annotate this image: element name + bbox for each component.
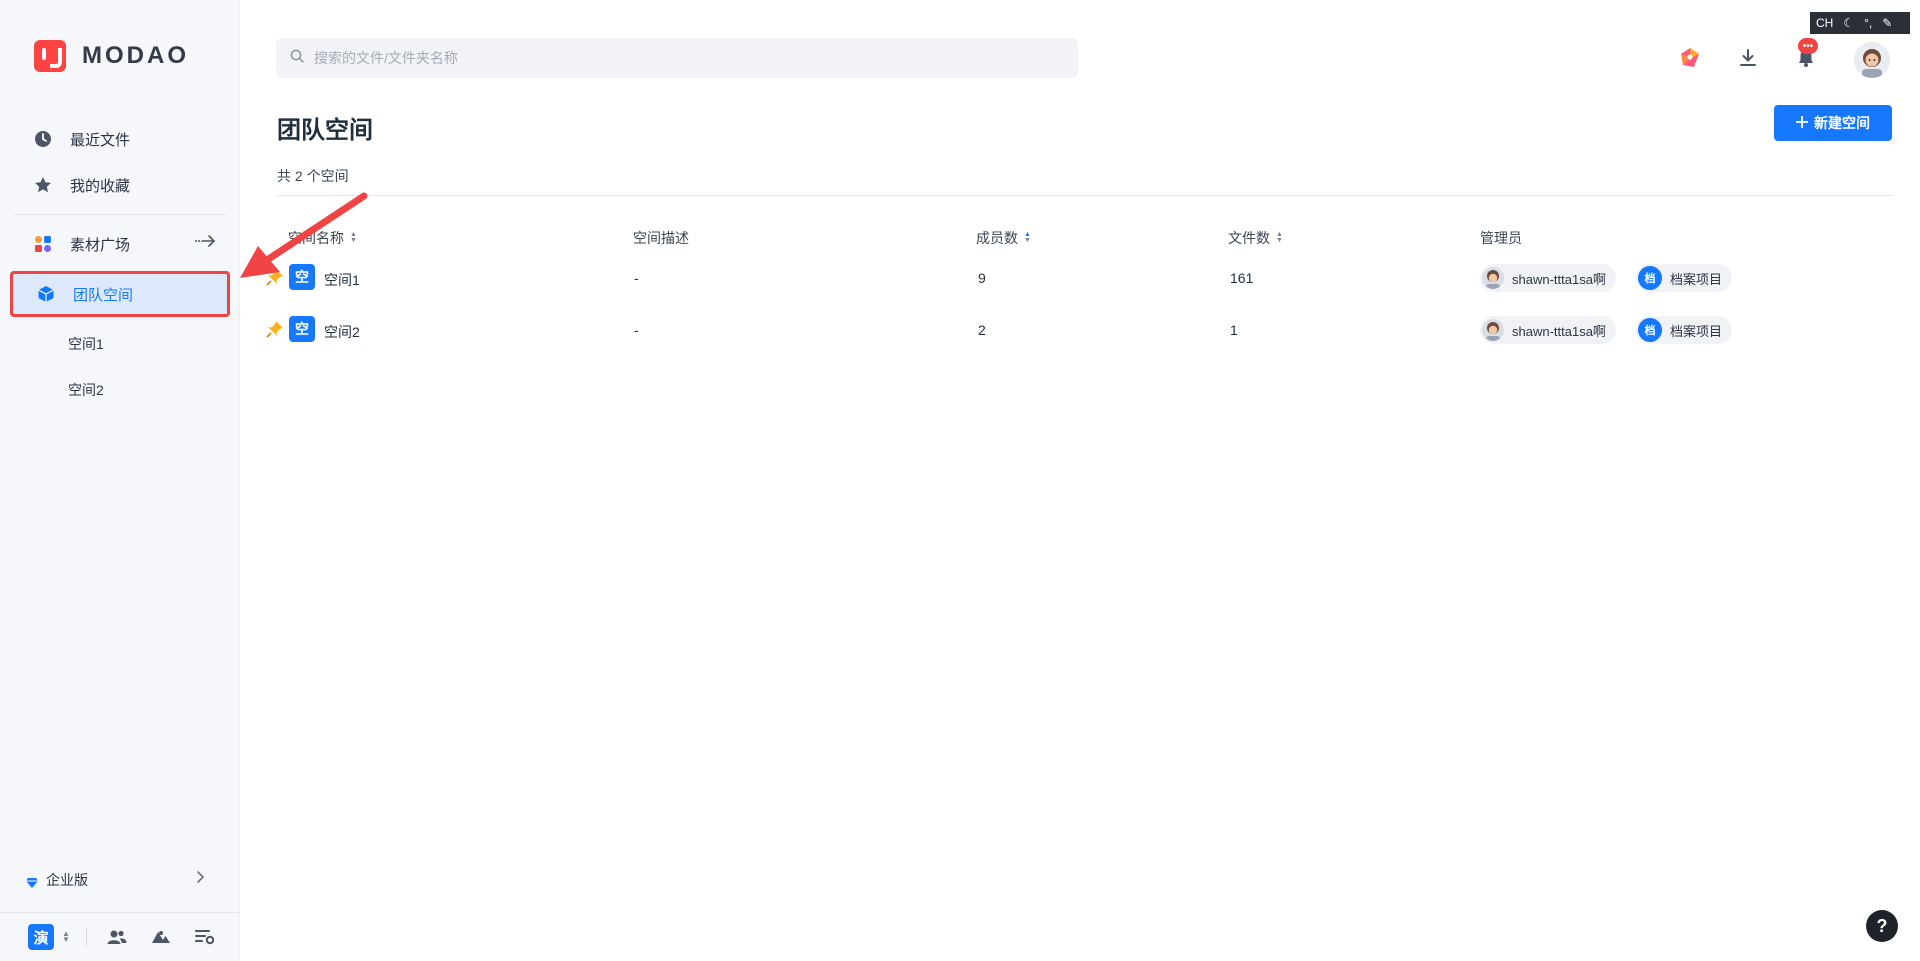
sidebar-item-label: 我的收藏 [70, 177, 131, 195]
space-description: - [634, 270, 639, 286]
search-bar[interactable] [276, 38, 1078, 78]
sidebar-item-label: 最近文件 [70, 131, 131, 149]
assets-icon[interactable] [149, 925, 173, 949]
sidebar-item-label: 团队空间 [73, 286, 134, 304]
plus-icon [1796, 115, 1808, 131]
space-description: - [634, 322, 639, 338]
workspace-switch-icon[interactable]: ▲ ▼ [62, 930, 70, 944]
members-icon[interactable] [105, 925, 129, 949]
space-table: 空间名称 ▲ ▼ 空间描述 成员数 ▲ ▼ 文件数 ▲ ▼ 管理员 空 空间1 … [266, 222, 1892, 358]
punctuation-icon: °, [1864, 16, 1873, 30]
new-space-button[interactable]: 新建空间 [1774, 105, 1892, 141]
wrench-icon: ✎ [1882, 16, 1893, 30]
admin-name: shawn-ttta1sa啊 [1512, 271, 1606, 287]
moon-icon: ☾ [1843, 16, 1855, 30]
app-root: MODAO 最近文件 我的收藏 素材广场 团队空间 空间1 空间2 企业版 演 … [0, 0, 1920, 961]
notification-badge: ••• [1798, 38, 1818, 54]
pin-icon[interactable] [266, 320, 284, 338]
download-icon[interactable] [1734, 44, 1762, 72]
search-icon [290, 49, 304, 68]
gift-icon[interactable] [1676, 44, 1704, 72]
sidebar-item-recent[interactable]: 最近文件 [0, 116, 240, 162]
user-avatar[interactable] [1854, 42, 1890, 78]
table-row[interactable]: 空 空间2 - 2 1 shawn-ttta1sa啊 档 档案项目 [266, 306, 1892, 358]
settings-list-icon[interactable] [193, 925, 217, 949]
sort-icon: ▲ ▼ [1276, 231, 1283, 244]
ime-toolbar[interactable]: CH ☾ °, ✎ [1810, 12, 1910, 34]
enterprise-entry[interactable]: 企业版 [26, 870, 206, 890]
project-name: 档案项目 [1670, 323, 1723, 339]
project-badge: 档 [1638, 266, 1662, 290]
sidebar-item-label: 素材广场 [70, 236, 131, 254]
admin-name: shawn-ttta1sa啊 [1512, 323, 1606, 339]
project-badge: 档 [1638, 318, 1662, 342]
arrow-right-icon[interactable] [194, 234, 216, 253]
sidebar: MODAO 最近文件 我的收藏 素材广场 团队空间 空间1 空间2 企业版 演 … [0, 0, 240, 961]
col-files[interactable]: 文件数 ▲ ▼ [1228, 228, 1283, 248]
col-admin: 管理员 [1480, 230, 1522, 246]
project-name: 档案项目 [1670, 271, 1723, 287]
sidebar-nav: 最近文件 我的收藏 素材广场 团队空间 空间1 空间2 [0, 116, 240, 413]
chevron-right-icon [196, 870, 206, 889]
col-members[interactable]: 成员数 ▲ ▼ [976, 228, 1031, 248]
project-chip[interactable]: 档 档案项目 [1636, 264, 1733, 292]
col-description: 空间描述 [633, 230, 689, 246]
new-space-label: 新建空间 [1814, 115, 1870, 131]
space-name[interactable]: 空间2 [324, 322, 360, 342]
table-row[interactable]: 空 空间1 - 9 161 shawn-ttta1sa啊 档 档案项目 [266, 254, 1892, 306]
space-count: 共 2 个空间 [277, 168, 349, 184]
file-count: 161 [1230, 270, 1254, 286]
count-divider [277, 195, 1892, 196]
annotation-arrow [240, 192, 368, 278]
project-chip[interactable]: 档 档案项目 [1636, 316, 1733, 344]
ime-language: CH [1816, 16, 1834, 30]
brand-logo[interactable]: MODAO [34, 40, 189, 72]
clock-icon [34, 130, 52, 148]
admin-chip[interactable]: shawn-ttta1sa啊 [1480, 316, 1616, 344]
help-button[interactable]: ? [1866, 910, 1898, 942]
page-title: 团队空间 [277, 117, 373, 144]
brand-name: MODAO [82, 42, 189, 69]
member-count: 9 [978, 270, 986, 286]
sidebar-bottom-bar: 演 ▲ ▼ [0, 912, 240, 961]
admin-chip[interactable]: shawn-ttta1sa啊 [1480, 264, 1616, 292]
bottom-divider [86, 928, 87, 946]
sidebar-subitem-space2[interactable]: 空间2 [0, 367, 240, 413]
search-input[interactable] [314, 50, 1014, 66]
sidebar-item-material-plaza[interactable]: 素材广场 [0, 221, 240, 267]
enterprise-label: 企业版 [46, 872, 88, 888]
member-count: 2 [978, 322, 986, 338]
modao-logo-icon [34, 40, 66, 72]
workspace-badge[interactable]: 演 [28, 924, 54, 950]
apps-icon [34, 235, 52, 253]
admin-avatar [1482, 267, 1504, 289]
file-count: 1 [1230, 322, 1238, 338]
star-icon [34, 176, 52, 194]
sidebar-item-team-space[interactable]: 团队空间 [10, 271, 230, 317]
sort-icon: ▲ ▼ [1024, 231, 1031, 244]
admin-avatar [1482, 319, 1504, 341]
cube-icon [37, 285, 55, 303]
table-header: 空间名称 ▲ ▼ 空间描述 成员数 ▲ ▼ 文件数 ▲ ▼ 管理员 [266, 222, 1892, 254]
sidebar-subitem-space1[interactable]: 空间1 [0, 321, 240, 367]
sidebar-item-favorites[interactable]: 我的收藏 [0, 162, 240, 208]
diamond-icon [26, 875, 38, 888]
space-badge: 空 [289, 316, 315, 342]
nav-divider [14, 214, 226, 215]
